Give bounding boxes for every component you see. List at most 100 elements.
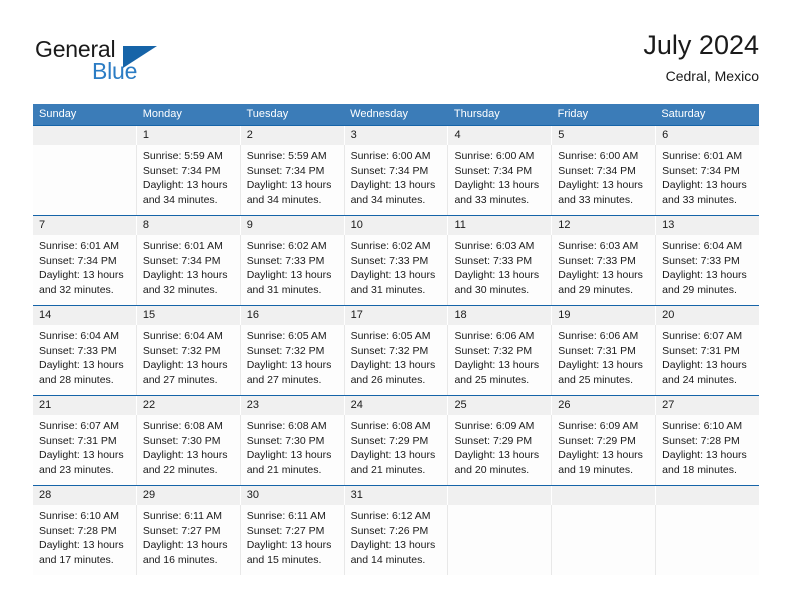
day-info-line: Sunset: 7:32 PM xyxy=(350,344,429,357)
day-info-line: Sunset: 7:27 PM xyxy=(142,524,221,537)
date-number[interactable]: 11 xyxy=(447,216,551,235)
day-info-line: Daylight: 13 hours xyxy=(142,269,228,281)
day-info-line: Daylight: 13 hours xyxy=(39,539,124,551)
date-number[interactable]: 1 xyxy=(135,126,240,145)
day-cell[interactable]: Sunrise: 6:03 AM Sunset: 7:33 PM Daylight:… xyxy=(551,235,655,305)
day-cell[interactable]: Sunrise: 6:11 AM Sunset: 7:27 PM Daylight:… xyxy=(239,505,344,575)
weekday-header-friday: Friday xyxy=(557,108,589,120)
date-number[interactable]: 25 xyxy=(447,396,551,415)
date-number[interactable] xyxy=(655,486,759,505)
date-number[interactable]: 3 xyxy=(343,126,448,145)
day-cell[interactable]: Sunrise: 6:00 AM Sunset: 7:34 PM Daylight:… xyxy=(343,145,448,215)
date-number[interactable]: 19 xyxy=(551,306,655,325)
day-cell[interactable]: Sunrise: 6:02 AM Sunset: 7:33 PM Daylight:… xyxy=(239,235,344,305)
day-cell[interactable]: Sunrise: 6:05 AM Sunset: 7:32 PM Daylight:… xyxy=(239,325,344,395)
day-cell[interactable]: Sunrise: 6:06 AM Sunset: 7:32 PM Daylight:… xyxy=(447,325,551,395)
date-number[interactable]: 17 xyxy=(343,306,448,325)
day-cell[interactable]: Sunrise: 6:09 AM Sunset: 7:29 PM Daylight:… xyxy=(447,415,551,485)
day-info-line: Sunrise: 6:00 AM xyxy=(454,150,535,162)
date-number[interactable]: 12 xyxy=(551,216,655,235)
day-info-line: Sunrise: 6:02 AM xyxy=(246,240,327,252)
day-cell[interactable]: Sunrise: 6:02 AM Sunset: 7:33 PM Daylight:… xyxy=(343,235,448,305)
day-cell[interactable]: Sunrise: 6:09 AM Sunset: 7:29 PM Daylight:… xyxy=(551,415,655,485)
day-cell[interactable]: Sunrise: 6:08 AM Sunset: 7:30 PM Daylight:… xyxy=(239,415,344,485)
date-number[interactable]: 15 xyxy=(135,306,240,325)
date-number[interactable]: 5 xyxy=(551,126,655,145)
page-subtitle: Cedral, Mexico xyxy=(665,68,759,84)
date-number[interactable]: 2 xyxy=(239,126,344,145)
day-cell[interactable]: Sunrise: 6:01 AM Sunset: 7:34 PM Daylight:… xyxy=(655,145,759,215)
day-cell[interactable]: Sunrise: 5:59 AM Sunset: 7:34 PM Daylight:… xyxy=(239,145,344,215)
date-number[interactable]: 20 xyxy=(655,306,759,325)
date-number[interactable]: 8 xyxy=(135,216,240,235)
date-number[interactable]: 29 xyxy=(135,486,240,505)
day-info-line: and 28 minutes. xyxy=(39,373,114,386)
day-cell[interactable]: Sunrise: 6:10 AM Sunset: 7:28 PM Daylight:… xyxy=(655,415,759,485)
date-number[interactable] xyxy=(33,126,136,145)
day-info-line: and 24 minutes. xyxy=(662,373,737,386)
day-cell[interactable]: Sunrise: 6:04 AM Sunset: 7:33 PM Daylight:… xyxy=(33,325,136,395)
day-cell[interactable]: Sunrise: 6:06 AM Sunset: 7:31 PM Daylight:… xyxy=(551,325,655,395)
day-cell[interactable]: Sunrise: 6:04 AM Sunset: 7:33 PM Daylight:… xyxy=(655,235,759,305)
day-info-line: and 33 minutes. xyxy=(454,193,530,206)
day-info-line: Sunrise: 6:08 AM xyxy=(142,420,223,432)
day-cell[interactable]: Sunrise: 6:00 AM Sunset: 7:34 PM Daylight:… xyxy=(447,145,551,215)
day-info-line: Sunrise: 6:06 AM xyxy=(558,330,639,342)
date-number[interactable]: 23 xyxy=(239,396,344,415)
day-info-line: and 34 minutes. xyxy=(246,193,322,206)
date-number[interactable] xyxy=(447,486,551,505)
date-number[interactable]: 28 xyxy=(33,486,136,505)
day-cell[interactable]: Sunrise: 6:03 AM Sunset: 7:33 PM Daylight:… xyxy=(447,235,551,305)
brand-logo[interactable]: General Blue xyxy=(35,36,235,92)
date-number[interactable]: 30 xyxy=(239,486,344,505)
day-info-line: Sunset: 7:34 PM xyxy=(246,164,325,177)
day-cell[interactable]: Sunrise: 6:00 AM Sunset: 7:34 PM Daylight:… xyxy=(551,145,655,215)
date-number[interactable] xyxy=(551,486,655,505)
day-info-line: and 31 minutes. xyxy=(350,283,426,296)
day-cell[interactable]: Sunrise: 6:07 AM Sunset: 7:31 PM Daylight:… xyxy=(655,325,759,395)
day-cell[interactable]: Sunrise: 6:07 AM Sunset: 7:31 PM Daylight:… xyxy=(33,415,136,485)
day-cell[interactable]: Sunrise: 6:08 AM Sunset: 7:30 PM Daylight:… xyxy=(135,415,240,485)
day-info-line: Sunrise: 6:05 AM xyxy=(350,330,431,342)
day-cell[interactable]: Sunrise: 5:59 AM Sunset: 7:34 PM Daylight:… xyxy=(135,145,240,215)
day-info-line: Sunrise: 6:07 AM xyxy=(662,330,743,342)
day-cell[interactable]: Sunrise: 6:01 AM Sunset: 7:34 PM Daylight:… xyxy=(33,235,136,305)
date-number[interactable]: 22 xyxy=(135,396,240,415)
day-cell[interactable]: Sunrise: 6:01 AM Sunset: 7:34 PM Daylight:… xyxy=(135,235,240,305)
date-number[interactable]: 18 xyxy=(447,306,551,325)
day-cell[interactable] xyxy=(33,145,136,215)
week-row: 28 29 30 31 Sunrise: 6:10 AM Sunset: 7:28… xyxy=(33,485,759,575)
day-info-line: and 21 minutes. xyxy=(246,463,322,476)
day-cell[interactable]: Sunrise: 6:12 AM Sunset: 7:26 PM Daylight:… xyxy=(343,505,448,575)
date-number[interactable]: 14 xyxy=(33,306,136,325)
day-info-line: Sunset: 7:26 PM xyxy=(350,524,429,537)
day-cell[interactable]: Sunrise: 6:05 AM Sunset: 7:32 PM Daylight:… xyxy=(343,325,448,395)
date-number[interactable]: 10 xyxy=(343,216,448,235)
day-info-line: Sunset: 7:32 PM xyxy=(246,344,325,357)
date-number[interactable]: 26 xyxy=(551,396,655,415)
weekday-header-thursday: Thursday xyxy=(453,108,500,120)
day-info-line: Sunrise: 6:04 AM xyxy=(39,330,119,342)
day-cell[interactable]: Sunrise: 6:08 AM Sunset: 7:29 PM Daylight:… xyxy=(343,415,448,485)
date-number[interactable]: 9 xyxy=(239,216,344,235)
date-number[interactable]: 13 xyxy=(655,216,759,235)
date-number[interactable]: 6 xyxy=(655,126,759,145)
day-cell[interactable] xyxy=(551,505,655,575)
date-number[interactable]: 16 xyxy=(239,306,344,325)
day-cell[interactable] xyxy=(655,505,759,575)
day-info-line: Sunrise: 6:04 AM xyxy=(142,330,223,342)
day-info-line: Sunset: 7:33 PM xyxy=(246,254,325,267)
day-info-line: Sunset: 7:32 PM xyxy=(142,344,221,357)
day-cell[interactable] xyxy=(447,505,551,575)
day-cell[interactable]: Sunrise: 6:10 AM Sunset: 7:28 PM Daylight:… xyxy=(33,505,136,575)
date-number[interactable]: 4 xyxy=(447,126,551,145)
day-info-line: Daylight: 13 hours xyxy=(39,269,124,281)
date-number[interactable]: 31 xyxy=(343,486,448,505)
date-number[interactable]: 27 xyxy=(655,396,759,415)
day-info-line: Sunrise: 6:01 AM xyxy=(142,240,223,252)
date-number[interactable]: 21 xyxy=(33,396,136,415)
day-cell[interactable]: Sunrise: 6:11 AM Sunset: 7:27 PM Daylight:… xyxy=(135,505,240,575)
day-cell[interactable]: Sunrise: 6:04 AM Sunset: 7:32 PM Daylight:… xyxy=(135,325,240,395)
date-number[interactable]: 24 xyxy=(343,396,448,415)
date-number[interactable]: 7 xyxy=(33,216,136,235)
